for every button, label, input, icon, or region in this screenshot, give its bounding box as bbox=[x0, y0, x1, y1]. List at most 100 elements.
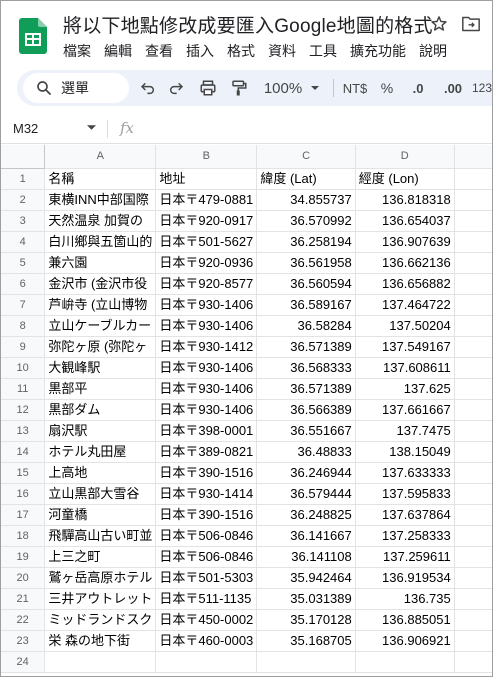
cell-header-name[interactable]: 名稱 bbox=[44, 168, 157, 190]
cell-lon[interactable]: 137.633333 bbox=[355, 462, 455, 484]
cell-name[interactable]: 兼六園 bbox=[44, 252, 157, 274]
cell-name[interactable]: 白川鄉與五箇山的 bbox=[44, 231, 157, 253]
menu-help[interactable]: 說明 bbox=[419, 41, 447, 61]
star-icon[interactable] bbox=[429, 14, 449, 34]
cell[interactable] bbox=[454, 315, 492, 337]
cell-address[interactable]: 日本〒920-0936 bbox=[155, 252, 258, 274]
row-header[interactable]: 18 bbox=[1, 525, 46, 547]
cell-lat[interactable]: 36.589167 bbox=[256, 294, 356, 316]
cell-name[interactable]: 鷲ヶ岳高原ホテル bbox=[44, 567, 157, 589]
cell-address[interactable]: 日本〒511-1135 bbox=[155, 588, 258, 610]
cell-lon[interactable]: 137.625 bbox=[355, 378, 455, 400]
cell-lon[interactable]: 136.919534 bbox=[355, 567, 455, 589]
cell[interactable] bbox=[454, 504, 492, 526]
cell-lon[interactable]: 136.654037 bbox=[355, 210, 455, 232]
menu-file[interactable]: 檔案 bbox=[63, 41, 91, 61]
cell-lon[interactable]: 136.735 bbox=[355, 588, 455, 610]
cell-address[interactable]: 日本〒506-0846 bbox=[155, 525, 258, 547]
row-header[interactable]: 8 bbox=[1, 315, 46, 337]
cell-name[interactable]: 飛驒高山古い町並 bbox=[44, 525, 157, 547]
cell-lon[interactable]: 137.595833 bbox=[355, 483, 455, 505]
cell-lon[interactable]: 137.661667 bbox=[355, 399, 455, 421]
cell-address[interactable]: 日本〒389-0821 bbox=[155, 441, 258, 463]
cell-lon[interactable]: 137.258333 bbox=[355, 525, 455, 547]
cell-lon[interactable] bbox=[355, 651, 455, 673]
cell-name[interactable]: 芦峅寺 (立山博物 bbox=[44, 294, 157, 316]
cell-lat[interactable]: 36.248825 bbox=[256, 504, 356, 526]
undo-button[interactable] bbox=[135, 70, 161, 106]
cell-lat[interactable]: 36.561958 bbox=[256, 252, 356, 274]
menu-data[interactable]: 資料 bbox=[268, 41, 296, 61]
row-header[interactable]: 24 bbox=[1, 651, 46, 673]
cell-name[interactable]: 立山ケーブルカー bbox=[44, 315, 157, 337]
column-header-a[interactable]: A bbox=[44, 145, 157, 169]
cell-lat[interactable]: 36.571389 bbox=[256, 378, 356, 400]
paint-format-button[interactable] bbox=[225, 70, 253, 106]
sheets-logo-icon[interactable] bbox=[19, 18, 47, 54]
cell-name[interactable]: 黒部平 bbox=[44, 378, 157, 400]
row-header[interactable]: 7 bbox=[1, 294, 46, 316]
cell-address[interactable]: 日本〒930-1406 bbox=[155, 315, 258, 337]
cell-lat[interactable]: 36.571389 bbox=[256, 336, 356, 358]
cell-name[interactable] bbox=[44, 651, 157, 673]
cell-lat[interactable]: 36.141667 bbox=[256, 525, 356, 547]
cell-lat[interactable]: 36.566389 bbox=[256, 399, 356, 421]
cell-lat[interactable]: 34.855737 bbox=[256, 189, 356, 211]
cell-lon[interactable]: 137.50204 bbox=[355, 315, 455, 337]
redo-button[interactable] bbox=[163, 70, 189, 106]
cell-name[interactable]: 弥陀ヶ原 (弥陀ヶ bbox=[44, 336, 157, 358]
row-header[interactable]: 17 bbox=[1, 504, 46, 526]
cell-lat[interactable]: 36.258194 bbox=[256, 231, 356, 253]
cell[interactable] bbox=[454, 336, 492, 358]
cell-lat[interactable]: 36.58284 bbox=[256, 315, 356, 337]
cell[interactable] bbox=[454, 441, 492, 463]
cell[interactable] bbox=[454, 357, 492, 379]
cell-lat[interactable]: 36.48833 bbox=[256, 441, 356, 463]
cell-lat[interactable]: 35.942464 bbox=[256, 567, 356, 589]
cell-lon[interactable]: 137.549167 bbox=[355, 336, 455, 358]
menu-tools[interactable]: 工具 bbox=[309, 41, 337, 61]
row-header[interactable]: 14 bbox=[1, 441, 46, 463]
cell-address[interactable]: 日本〒501-5303 bbox=[155, 567, 258, 589]
column-header-e[interactable] bbox=[454, 145, 492, 169]
cell-name[interactable]: 栄 森の地下街 bbox=[44, 630, 157, 652]
cell-address[interactable]: 日本〒450-0002 bbox=[155, 609, 258, 631]
cell-address[interactable]: 日本〒460-0003 bbox=[155, 630, 258, 652]
cell-lon[interactable]: 136.907639 bbox=[355, 231, 455, 253]
cell-address[interactable]: 日本〒930-1406 bbox=[155, 357, 258, 379]
cell-name[interactable]: 上三之町 bbox=[44, 546, 157, 568]
cell-lon[interactable]: 137.637864 bbox=[355, 504, 455, 526]
decrease-decimal-button[interactable]: .0 bbox=[403, 70, 433, 106]
cell-name[interactable]: 大観峰駅 bbox=[44, 357, 157, 379]
row-header[interactable]: 1 bbox=[1, 168, 46, 190]
row-header[interactable]: 10 bbox=[1, 357, 46, 379]
cell-address[interactable]: 日本〒920-8577 bbox=[155, 273, 258, 295]
move-folder-icon[interactable] bbox=[461, 15, 481, 33]
cell-name[interactable]: 金沢市 (金沢市役 bbox=[44, 273, 157, 295]
cell-address[interactable]: 日本〒930-1414 bbox=[155, 483, 258, 505]
row-header[interactable]: 23 bbox=[1, 630, 46, 652]
cell-lat[interactable]: 36.579444 bbox=[256, 483, 356, 505]
row-header[interactable]: 4 bbox=[1, 231, 46, 253]
cell-lat[interactable] bbox=[256, 651, 356, 673]
row-header[interactable]: 22 bbox=[1, 609, 46, 631]
cell-lat[interactable]: 36.560594 bbox=[256, 273, 356, 295]
cell-name[interactable]: 河童橋 bbox=[44, 504, 157, 526]
cell-lon[interactable]: 137.259611 bbox=[355, 546, 455, 568]
cell[interactable] bbox=[454, 273, 492, 295]
cell-lon[interactable]: 136.818318 bbox=[355, 189, 455, 211]
cell[interactable] bbox=[454, 483, 492, 505]
menu-search-button[interactable]: 選單 bbox=[23, 73, 129, 103]
cell[interactable] bbox=[454, 651, 492, 673]
currency-format-button[interactable]: NT$ bbox=[339, 70, 371, 106]
cell-address[interactable]: 日本〒930-1412 bbox=[155, 336, 258, 358]
menu-extensions[interactable]: 擴充功能 bbox=[350, 41, 406, 61]
cell-lat[interactable]: 36.141108 bbox=[256, 546, 356, 568]
cell-name[interactable]: 東横INN中部国際 bbox=[44, 189, 157, 211]
row-header[interactable]: 16 bbox=[1, 483, 46, 505]
row-header[interactable]: 6 bbox=[1, 273, 46, 295]
cell-address[interactable] bbox=[155, 651, 258, 673]
row-header[interactable]: 5 bbox=[1, 252, 46, 274]
cell-name[interactable]: ホテル丸田屋 bbox=[44, 441, 157, 463]
cell-lat[interactable]: 36.570992 bbox=[256, 210, 356, 232]
